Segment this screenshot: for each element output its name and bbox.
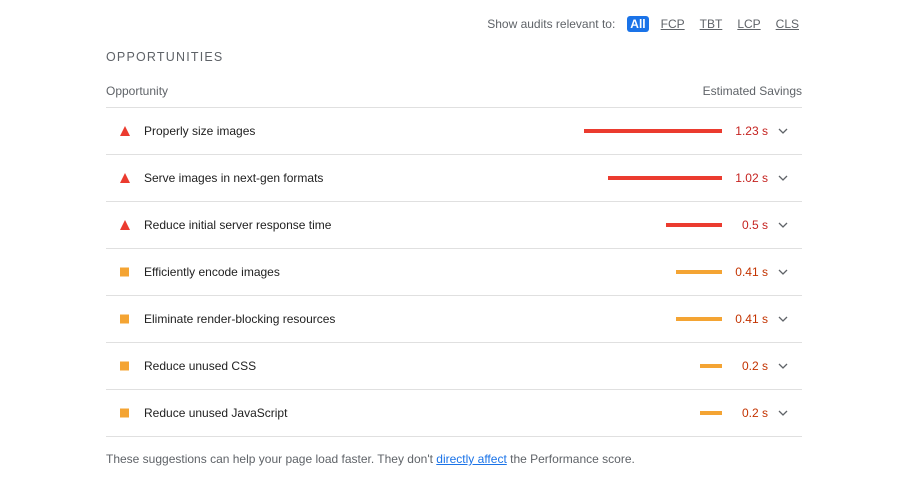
chevron-down-icon[interactable] <box>778 410 788 416</box>
savings-value: 0.41 s <box>735 312 768 326</box>
opportunity-title: Properly size images <box>144 124 256 138</box>
opportunity-row[interactable]: Efficiently encode images 0.41 s <box>106 249 802 296</box>
footer-prefix: These suggestions can help your page loa… <box>106 452 437 466</box>
opportunity-title: Reduce initial server response time <box>144 218 332 232</box>
savings-value: 0.2 s <box>741 406 768 420</box>
savings-bar <box>666 223 722 227</box>
savings-value: 1.23 s <box>735 124 768 138</box>
orange-square-icon <box>120 361 129 371</box>
opportunity-row[interactable]: Serve images in next-gen formats 1.02 s <box>106 155 802 202</box>
filter-fcp[interactable]: FCP <box>658 16 688 32</box>
chevron-down-icon[interactable] <box>778 222 788 228</box>
orange-square-icon <box>120 408 129 418</box>
savings-bar <box>700 411 722 415</box>
opportunity-title: Eliminate render-blocking resources <box>144 312 336 326</box>
savings-bar <box>584 129 722 133</box>
opportunity-row[interactable]: Reduce unused CSS 0.2 s <box>106 343 802 390</box>
savings-value: 0.5 s <box>741 218 768 232</box>
footer-note: These suggestions can help your page loa… <box>106 452 635 466</box>
red-triangle-icon <box>120 173 130 183</box>
opportunity-row[interactable]: Properly size images 1.23 s <box>106 108 802 155</box>
red-triangle-icon <box>120 126 130 136</box>
orange-square-icon <box>120 267 129 277</box>
filter-tbt[interactable]: TBT <box>697 16 726 32</box>
filter-all[interactable]: All <box>627 16 649 32</box>
red-triangle-icon <box>120 220 130 230</box>
savings-value: 0.41 s <box>735 265 768 279</box>
table-header: Opportunity Estimated Savings <box>106 84 802 108</box>
opportunity-row[interactable]: Reduce initial server response time 0.5 s <box>106 202 802 249</box>
chevron-down-icon[interactable] <box>778 269 788 275</box>
chevron-down-icon[interactable] <box>778 363 788 369</box>
chevron-down-icon[interactable] <box>778 128 788 134</box>
opportunity-title: Reduce unused CSS <box>144 359 257 373</box>
filter-label: Show audits relevant to: <box>487 17 616 31</box>
chevron-down-icon[interactable] <box>778 175 788 181</box>
opportunity-title: Reduce unused JavaScript <box>144 406 288 420</box>
opportunity-title: Serve images in next-gen formats <box>144 171 324 185</box>
filter-cls[interactable]: CLS <box>773 16 802 32</box>
opportunities-list: Properly size images 1.23 s Serve images i… <box>106 108 802 437</box>
column-estimated-savings: Estimated Savings <box>702 84 802 98</box>
directly-affect-link[interactable]: directly affect <box>436 452 506 466</box>
savings-bar <box>676 317 722 321</box>
audit-filter-bar: Show audits relevant to: All FCP TBT LCP… <box>487 16 802 32</box>
savings-value: 0.2 s <box>741 359 768 373</box>
opportunity-row[interactable]: Reduce unused JavaScript 0.2 s <box>106 390 802 437</box>
column-opportunity: Opportunity <box>106 84 169 98</box>
savings-bar <box>608 176 722 180</box>
filter-pills: All FCP TBT LCP CLS <box>627 16 802 32</box>
section-title: OPPORTUNITIES <box>106 50 224 64</box>
savings-value: 1.02 s <box>735 171 768 185</box>
filter-lcp[interactable]: LCP <box>734 16 763 32</box>
opportunity-title: Efficiently encode images <box>144 265 280 279</box>
chevron-down-icon[interactable] <box>778 316 788 322</box>
savings-bar <box>676 270 722 274</box>
footer-suffix: the Performance score. <box>506 452 635 466</box>
savings-bar <box>700 364 722 368</box>
opportunity-row[interactable]: Eliminate render-blocking resources 0.41 … <box>106 296 802 343</box>
orange-square-icon <box>120 314 129 324</box>
